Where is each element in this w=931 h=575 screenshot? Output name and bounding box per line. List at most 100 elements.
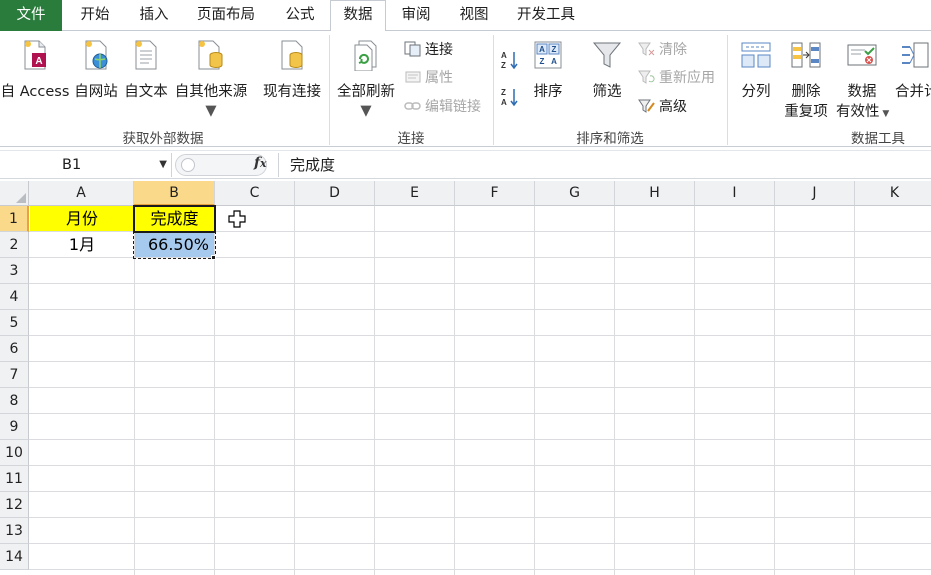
connections-button[interactable]: 连接 (404, 39, 453, 61)
chevron-down-icon[interactable]: ▼ (159, 153, 167, 177)
data-validation-label-2: 有效性 ▼ (836, 104, 890, 120)
svg-text:Z: Z (501, 61, 506, 70)
edit-links-button[interactable]: 编辑链接 (404, 96, 481, 118)
text-to-columns-label: 分列 (741, 84, 771, 100)
tab-developer[interactable]: 开发工具 (504, 0, 588, 31)
gridline (29, 309, 931, 310)
advanced-filter-button[interactable]: 高级 (638, 96, 687, 118)
row-header-8[interactable]: 8 (0, 388, 29, 414)
reapply-label: 重新应用 (659, 70, 715, 86)
column-header-e[interactable]: E (375, 181, 455, 206)
column-header-c[interactable]: C (215, 181, 295, 206)
row-header-13[interactable]: 13 (0, 518, 29, 544)
row-header-1[interactable]: 1 (0, 206, 29, 232)
tab-data[interactable]: 数据 (330, 0, 386, 32)
row-header-3[interactable]: 3 (0, 258, 29, 284)
row-header-9[interactable]: 9 (0, 414, 29, 440)
clear-filter-icon (638, 42, 655, 56)
row-header-12[interactable]: 12 (0, 492, 29, 518)
column-header-g[interactable]: G (535, 181, 615, 206)
filter-label: 筛选 (592, 84, 622, 100)
svg-text:Z: Z (540, 57, 545, 66)
connections-icon (404, 41, 421, 57)
remove-duplicates-label-2: 重复项 (784, 104, 828, 120)
gridline (29, 335, 931, 336)
formula-bar: B1 ▼ fx 完成度 (0, 150, 931, 179)
tab-insert[interactable]: 插入 (126, 0, 182, 31)
chevron-down-icon: ▼ (360, 103, 372, 119)
gridline (29, 543, 931, 544)
connections-label: 连接 (425, 42, 453, 58)
row-header-10[interactable]: 10 (0, 440, 29, 466)
row-header-4[interactable]: 4 (0, 284, 29, 310)
column-header-a[interactable]: A (29, 181, 134, 206)
select-all-button[interactable] (0, 181, 29, 206)
gridline (29, 387, 931, 388)
insert-function-icon[interactable]: fx (254, 155, 267, 171)
refresh-icon (354, 40, 377, 71)
column-header-f[interactable]: F (455, 181, 535, 206)
svg-text:Z: Z (552, 45, 557, 54)
sort-az-icon: A Z (501, 51, 518, 70)
cell-a1[interactable]: 月份 (30, 206, 134, 231)
text-file-icon (135, 40, 157, 70)
sort-za-icon: Z A (501, 88, 518, 107)
group-label-get-external-data: 获取外部数据 (122, 131, 204, 147)
svg-text:A: A (501, 98, 507, 107)
ribbon: A 自 Access 自网站 自文本 自其他来源 ▼ 现有连接 获取外部数据 全… (0, 31, 931, 147)
gridline (29, 465, 931, 466)
worksheet-grid: A B C D E F G H I J K 1 2 3 4 5 6 7 8 9 … (0, 181, 931, 575)
column-header-j[interactable]: J (775, 181, 855, 206)
column-header-h[interactable]: H (615, 181, 695, 206)
cell-a2[interactable]: 1月 (30, 232, 134, 257)
tab-page-layout[interactable]: 页面布局 (184, 0, 268, 31)
svg-text:A: A (539, 45, 545, 54)
from-web-label: 自网站 (74, 84, 118, 100)
column-header-i[interactable]: I (695, 181, 775, 206)
row-header-6[interactable]: 6 (0, 336, 29, 362)
tab-home[interactable]: 开始 (66, 0, 124, 31)
tab-review[interactable]: 审阅 (388, 0, 444, 31)
tab-formulas[interactable]: 公式 (272, 0, 328, 31)
properties-button[interactable]: 属性 (404, 67, 453, 89)
tab-view[interactable]: 视图 (446, 0, 502, 31)
clear-filter-button[interactable]: 清除 (638, 39, 687, 61)
name-box[interactable]: B1 ▼ (0, 153, 172, 177)
row-header-11[interactable]: 11 (0, 466, 29, 492)
row-header-5[interactable]: 5 (0, 310, 29, 336)
select-all-triangle-icon (16, 193, 26, 203)
cell-b2[interactable]: 66.50% (135, 232, 214, 257)
gridline (29, 361, 931, 362)
column-header-k[interactable]: K (855, 181, 931, 206)
row-header-2[interactable]: 2 (0, 232, 29, 258)
gridline (134, 206, 135, 575)
group-label-sort-filter: 排序和筛选 (576, 131, 644, 147)
gridline (29, 283, 931, 284)
gridline (534, 206, 535, 575)
chevron-down-icon: ▼ (205, 103, 217, 119)
reapply-button[interactable]: 重新应用 (638, 67, 715, 89)
consolidate-label: 合并计 (895, 84, 931, 100)
gridline (294, 206, 295, 575)
formula-input[interactable]: 完成度 (290, 151, 335, 179)
data-validation-label-1: 数据 (847, 84, 877, 100)
from-text-label: 自文本 (124, 84, 168, 100)
name-box-value: B1 (62, 157, 82, 173)
advanced-label: 高级 (659, 99, 687, 115)
group-label-data-tools: 数据工具 (851, 131, 905, 147)
gridline (614, 206, 615, 575)
cell-b1[interactable]: 完成度 (135, 206, 214, 231)
sort-descending-button[interactable]: Z A (500, 86, 523, 110)
svg-text:Z: Z (501, 88, 506, 97)
cell-cross-cursor-icon (228, 210, 246, 228)
row-header-14[interactable]: 14 (0, 544, 29, 570)
from-access-label: 自 Access (0, 84, 70, 100)
tab-file[interactable]: 文件 (0, 0, 62, 31)
sort-ascending-button[interactable]: A Z (500, 49, 523, 73)
column-header-d[interactable]: D (295, 181, 375, 206)
fill-handle[interactable] (211, 255, 216, 260)
column-header-b[interactable]: B (134, 181, 215, 206)
sort-dialog-icon: A Z Z A (534, 41, 562, 69)
row-header-7[interactable]: 7 (0, 362, 29, 388)
clear-label: 清除 (659, 42, 687, 58)
